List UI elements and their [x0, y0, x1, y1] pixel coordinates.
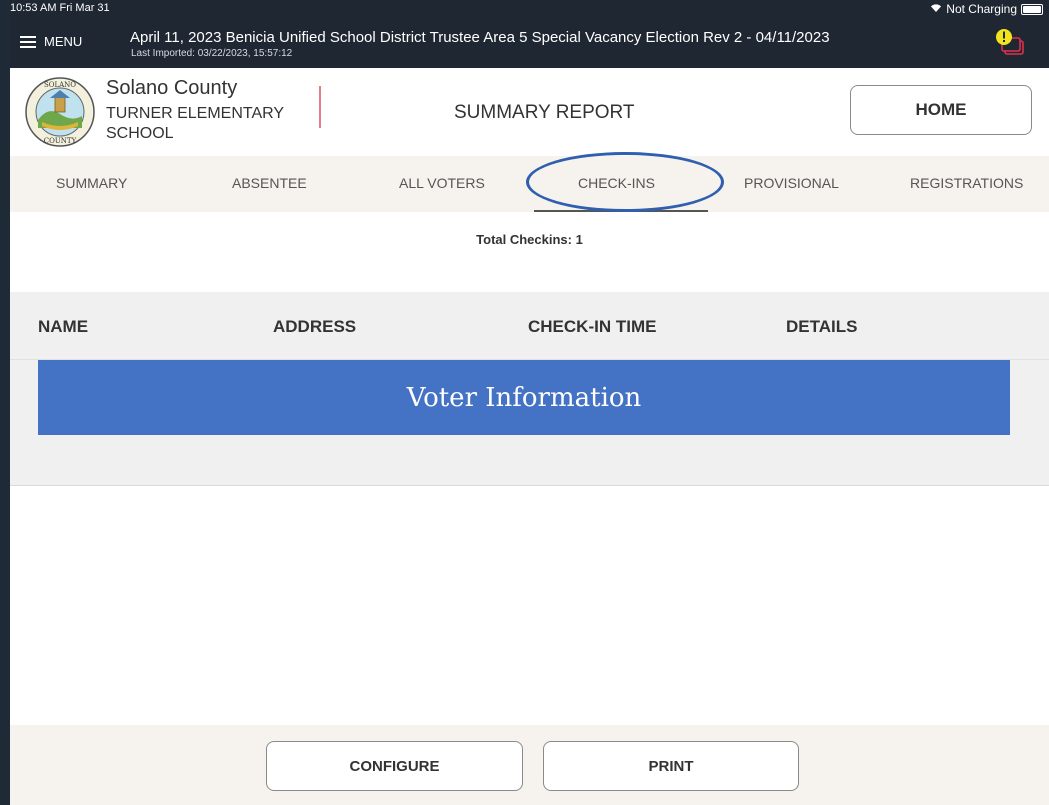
charging-status: Not Charging [946, 2, 1017, 16]
print-button[interactable]: PRINT [543, 741, 799, 791]
tab-provisional[interactable]: PROVISIONAL [744, 175, 839, 191]
seal-text-bottom: COUNTY [44, 137, 77, 145]
column-address[interactable]: ADDRESS [273, 317, 356, 337]
battery-icon [1021, 3, 1043, 15]
header: SOLANO COUNTY Solano County TURNER ELEME… [10, 68, 1049, 156]
total-checkins: Total Checkins: 1 [476, 232, 583, 247]
tab-all-voters[interactable]: ALL VOTERS [399, 175, 485, 191]
home-button[interactable]: HOME [850, 85, 1032, 135]
election-title: April 11, 2023 Benicia Unified School Di… [130, 29, 830, 46]
tab-check-ins[interactable]: CHECK-INS [578, 175, 655, 191]
seal-text-top: SOLANO [44, 81, 76, 89]
alert-icon[interactable] [993, 28, 1027, 58]
footer: CONFIGURE PRINT [10, 725, 1049, 805]
column-name[interactable]: NAME [38, 317, 88, 337]
tab-summary[interactable]: SUMMARY [56, 175, 127, 191]
menu-label: MENU [44, 34, 83, 49]
last-imported: Last Imported: 03/22/2023, 15:57:12 [131, 48, 293, 59]
top-bar: 10:53 AM Fri Mar 31 Not Charging MENU Ap… [10, 0, 1049, 68]
tab-bar: SUMMARY ABSENTEE ALL VOTERS CHECK-INS PR… [10, 156, 1049, 212]
status-time: 10:53 AM Fri Mar 31 [10, 2, 110, 14]
column-check-in-time[interactable]: CHECK-IN TIME [528, 317, 656, 337]
app-frame: 10:53 AM Fri Mar 31 Not Charging MENU Ap… [0, 0, 1049, 805]
tab-registrations[interactable]: REGISTRATIONS [910, 175, 1023, 191]
menu-icon [20, 35, 36, 48]
county-seal: SOLANO COUNTY [25, 77, 95, 147]
tab-absentee[interactable]: ABSENTEE [232, 175, 307, 191]
column-details[interactable]: DETAILS [786, 317, 857, 337]
menu-button[interactable]: MENU [20, 34, 82, 49]
page-title: SUMMARY REPORT [454, 102, 635, 123]
configure-button[interactable]: CONFIGURE [266, 741, 523, 791]
status-right: Not Charging [930, 2, 1043, 16]
school-name: TURNER ELEMENTARY SCHOOL [106, 105, 284, 142]
voter-information-banner: Voter Information [38, 360, 1010, 435]
county-name: Solano County [106, 77, 238, 99]
header-divider [319, 86, 321, 128]
table-header: NAME ADDRESS CHECK-IN TIME DETAILS [10, 292, 1049, 360]
wifi-icon [930, 2, 942, 16]
active-tab-indicator [534, 210, 708, 212]
